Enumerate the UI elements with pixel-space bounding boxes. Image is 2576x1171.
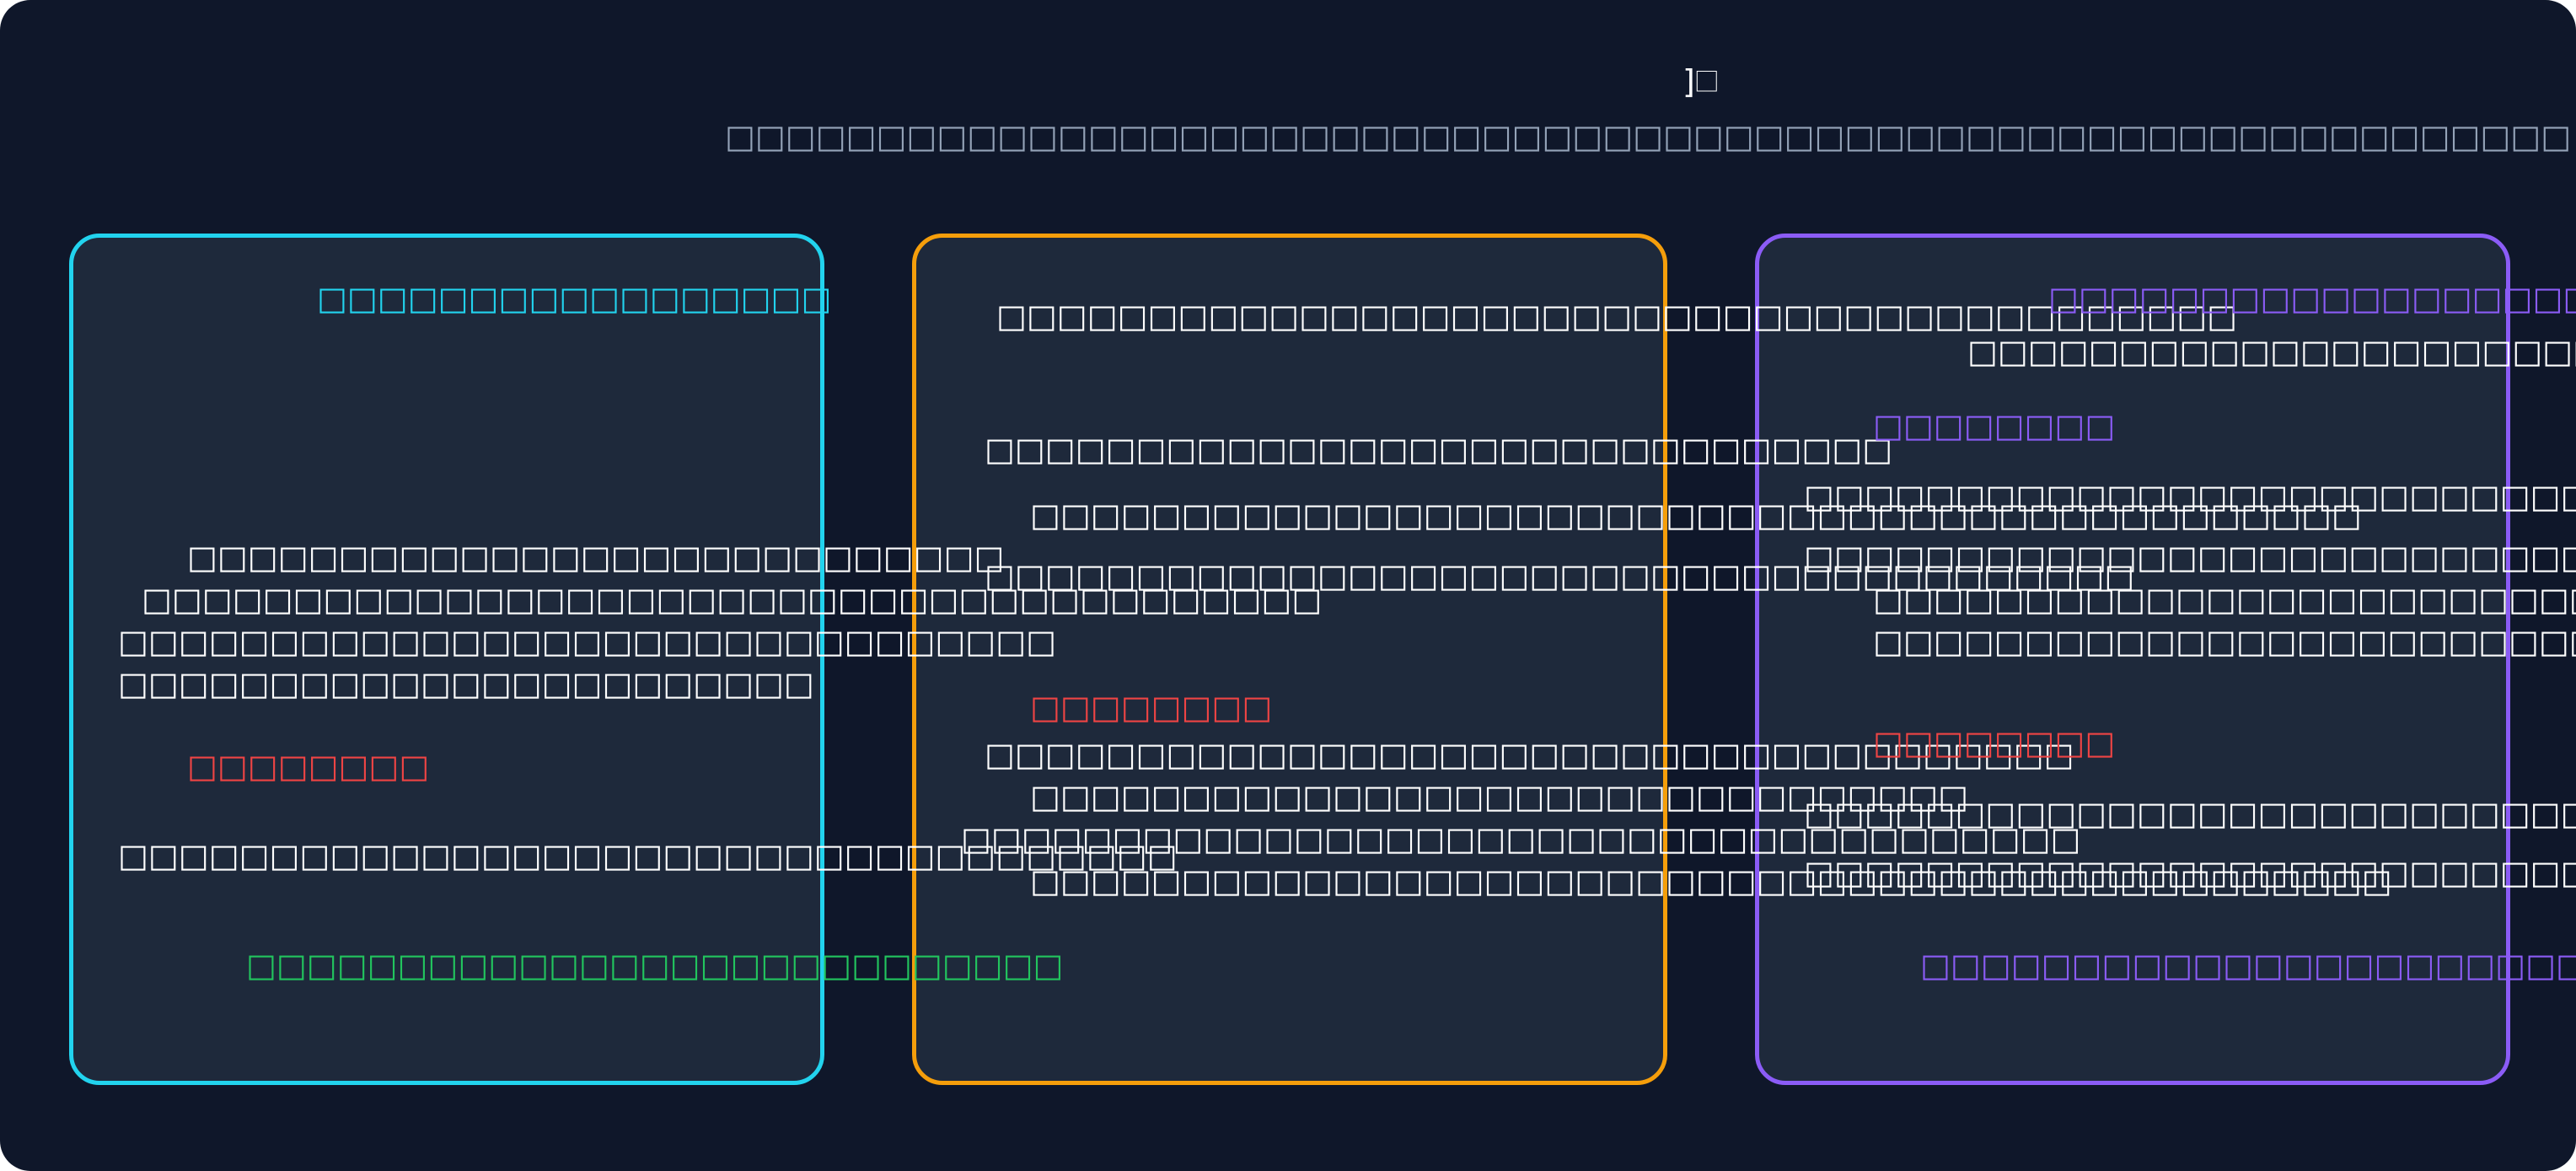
panel-right-warning-line: □□□□□□□□□□□□□□□□□□□□□□□□□□□□□□□□□□□□□□ (1804, 854, 2576, 891)
panel-right-heading: □□□□□□□□□□□□□□□□□□□ (2048, 280, 2576, 317)
panel-middle-warning-heading: □□□□□□□□ (1030, 689, 1273, 726)
page-title: ]🗆 (1682, 63, 1719, 100)
panel-right-warning-heading: □□□□□□□□ (1873, 724, 2116, 761)
panel-right-subheading: □□□□□□□□□□□□□□□□□□□□□□□□□□□□□□□□□□□□ (1967, 333, 2576, 370)
page-subtitle: □□□□□□□□□□□□□□□□□□□□□□□□□□□□□□□□□□□□□□□□… (725, 118, 2572, 155)
panel-left-footer: □□□□□□□□□□□□□□□□□□□□□□□□□□□ (246, 947, 1064, 984)
panel-left-line: □□□□□□□□□□□□□□□□□□□□□□□ (118, 665, 814, 702)
panel-left-heading: □□□□□□□□□□□□□□□□□ (317, 280, 832, 317)
panel-right-line: □□□□□□□□□□□□□□□□□□□□□□□□□□□□□□□□□□□□□□□□… (1804, 539, 2576, 576)
panel-right-line: □□□□□□□□□□□□□□□□□□□□□□□□□□□□□□□□□□□□□□□□ (1873, 581, 2576, 618)
diagram-canvas: ]🗆 □□□□□□□□□□□□□□□□□□□□□□□□□□□□□□□□□□□□□… (0, 0, 2576, 1171)
panel-right-section-heading: □□□□□□□□ (1873, 407, 2116, 444)
panel-left-line: □□□□□□□□□□□□□□□□□□□□□□□□□□□ (187, 539, 1005, 576)
panel-right-line: □□□□□□□□□□□□□□□□□□□□□□□□□□□□□□□□□□□□□□□□… (1804, 478, 2576, 515)
panel-right-line: □□□□□□□□□□□□□□□□□□□□□□□□□□□□□□□ (1873, 623, 2576, 660)
panel-left-line: □□□□□□□□□□□□□□□□□□□□□□□□□□□□□□□ (118, 623, 1057, 660)
panel-left-warning-heading: □□□□□□□□ (187, 748, 430, 785)
panel-middle-line: □□□□□□□□□□□□□□□□□□□□□□□□□□□□□□ (985, 431, 1893, 468)
panel-right-footer: □□□□□□□□□□□□□□□□□□□□□□□□□□□□□□□ (1920, 947, 2576, 984)
panel-right-warning-line: □□□□□□□□□□□□□□□□□□□□□□□□□□□□□□□□□□□□□ (1804, 795, 2576, 832)
